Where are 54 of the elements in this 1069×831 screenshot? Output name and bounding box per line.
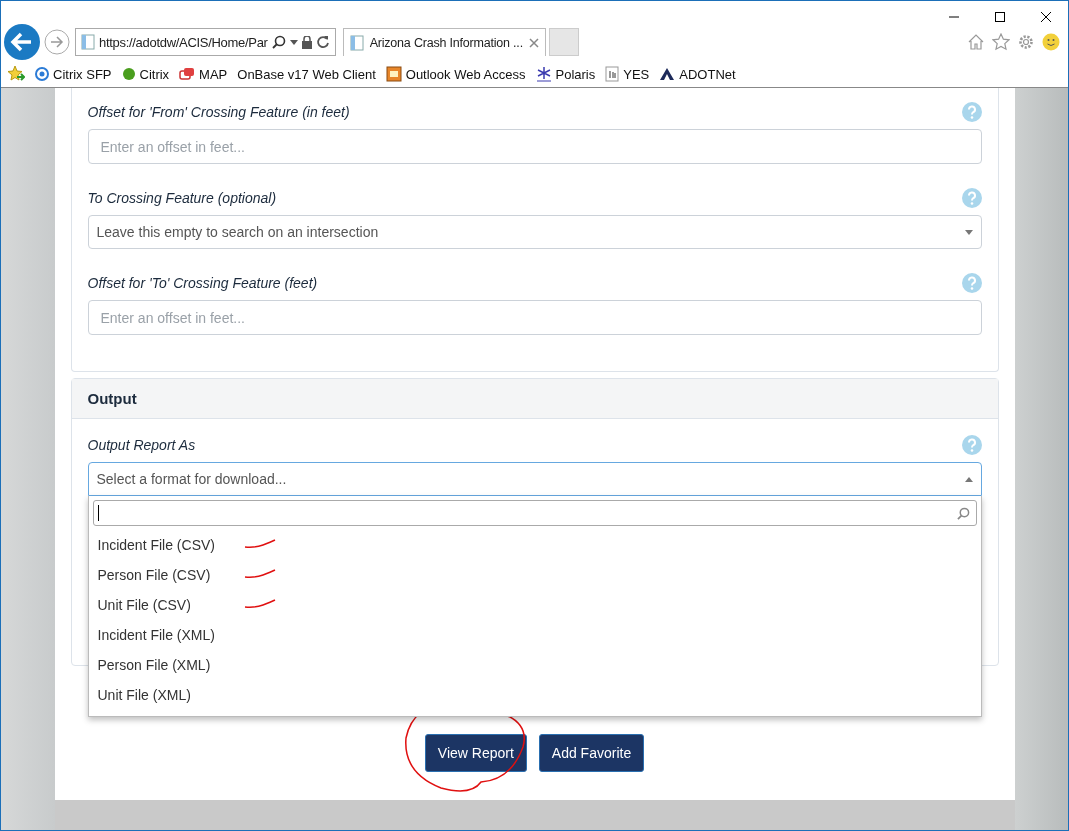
ball-icon: [121, 67, 136, 81]
close-tab-icon[interactable]: [528, 37, 539, 48]
favorites-star-icon[interactable]: [992, 33, 1010, 51]
caret-icon: [964, 476, 973, 482]
favorite-link[interactable]: ADOTNet: [659, 66, 736, 82]
favorite-link[interactable]: Citrix SFP: [35, 66, 112, 82]
target-ring-icon: [35, 67, 49, 81]
crossing-feature-select[interactable]: Leave this empty to search on an intersection: [87, 215, 982, 249]
settings-icon[interactable]: [1017, 33, 1035, 51]
offset-input-field[interactable]: Enter an offset in feet...: [87, 300, 982, 335]
action-button[interactable]: View Report: [424, 734, 527, 772]
sparkle-icon: [535, 66, 552, 82]
browser-tab[interactable]: Arizona Crash Information ...: [342, 28, 546, 56]
search-icon[interactable]: [271, 35, 286, 49]
lock-icon: [301, 35, 312, 49]
map-pages-icon: [179, 67, 196, 81]
search-input-field[interactable]: [92, 500, 977, 526]
dropdown-option[interactable]: Person File (XML): [97, 657, 211, 673]
favorite-link[interactable]: YES: [605, 66, 650, 82]
triangle-logo-icon: [659, 67, 676, 81]
smiley-icon[interactable]: [1042, 33, 1060, 51]
caret-icon: [964, 229, 973, 235]
add-favorite-star-icon[interactable]: [7, 65, 25, 83]
favorite-link[interactable]: OnBase v17 Web Client: [237, 66, 376, 82]
offset-input-field[interactable]: Enter an offset in feet...: [87, 129, 982, 164]
field-label: Offset for 'From' Crossing Feature (in feet): [87, 104, 350, 120]
maximize-icon[interactable]: [994, 11, 1006, 23]
page-icon: [349, 34, 364, 51]
page-icon: [81, 34, 95, 50]
search-icon: [956, 506, 970, 520]
dropdown-option[interactable]: Incident File (CSV): [97, 537, 215, 553]
dropdown-option[interactable]: Unit File (CSV): [97, 597, 191, 613]
close-icon[interactable]: [1040, 11, 1052, 23]
url-text: https://adotdw/ACIS/Home/Par: [99, 34, 268, 50]
favorite-link[interactable]: MAP: [179, 66, 228, 82]
panel-title: Output: [87, 390, 137, 407]
field-label: Output Report As: [87, 437, 196, 453]
field-label: To Crossing Feature (optional): [87, 190, 277, 206]
home-icon[interactable]: [967, 33, 985, 51]
favorite-link[interactable]: Outlook Web Access: [385, 66, 526, 82]
favorite-link[interactable]: Polaris: [535, 66, 596, 82]
mail-window-icon: [385, 66, 402, 82]
forward-icon[interactable]: [44, 29, 70, 55]
dropdown-caret-icon[interactable]: [289, 39, 298, 45]
dropdown-option[interactable]: Person File (CSV): [97, 567, 211, 583]
dropdown-option[interactable]: Unit File (XML): [97, 687, 191, 703]
favorite-link[interactable]: Citrix: [121, 66, 170, 82]
action-button[interactable]: Add Favorite: [538, 734, 645, 772]
dropdown-option[interactable]: Incident File (XML): [97, 627, 215, 643]
field-label: Offset for 'To' Crossing Feature (feet): [87, 275, 318, 291]
back-icon[interactable]: [3, 23, 41, 61]
format-select[interactable]: Select a format for download...: [87, 462, 982, 496]
refresh-icon[interactable]: [315, 35, 330, 49]
address-bar[interactable]: https://adotdw/ACIS/Home/Par: [75, 28, 336, 56]
